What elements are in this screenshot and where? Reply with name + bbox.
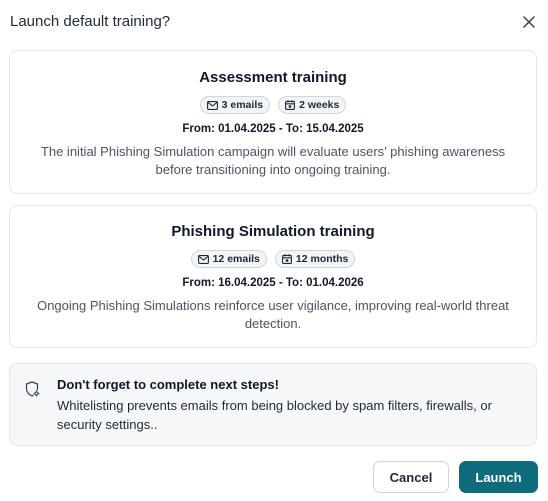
- card-dates: From: 16.04.2025 - To: 01.04.2026: [182, 277, 364, 289]
- close-button[interactable]: [520, 13, 538, 31]
- calendar-icon: [285, 100, 296, 110]
- training-card-phishing-simulation: Phishing Simulation training 12 emails 1…: [9, 205, 537, 348]
- mail-icon: [206, 100, 218, 110]
- duration-badge: 12 months: [274, 250, 356, 268]
- mail-icon: [197, 254, 209, 264]
- card-dates: From: 01.04.2025 - To: 15.04.2025: [182, 123, 364, 135]
- card-description: The initial Phishing Simulation campaign…: [40, 144, 506, 177]
- card-badges: 3 emails 2 weeks: [10, 96, 536, 114]
- dialog-title: Launch default training?: [10, 13, 171, 30]
- card-title: Assessment training: [199, 69, 347, 86]
- notice-title: Don't forget to complete next steps!: [57, 377, 279, 392]
- next-steps-notice: Don't forget to complete next steps! Whi…: [9, 363, 537, 446]
- cancel-button[interactable]: Cancel: [373, 461, 449, 493]
- duration-badge: 2 weeks: [278, 96, 347, 114]
- notice-text: Whitelisting prevents emails from being …: [57, 398, 492, 432]
- launch-training-dialog: Launch default training? Assessment trai…: [0, 0, 548, 501]
- launch-button[interactable]: Launch: [459, 461, 538, 493]
- badge-label: 3 emails: [221, 99, 264, 111]
- calendar-icon: [281, 254, 292, 264]
- card-title: Phishing Simulation training: [171, 223, 375, 240]
- shield-gear-icon: [25, 381, 40, 397]
- badge-label: 12 emails: [212, 253, 260, 265]
- close-icon: [523, 16, 535, 28]
- card-badges: 12 emails 12 months: [10, 250, 536, 268]
- card-description: Ongoing Phishing Simulations reinforce u…: [37, 298, 509, 331]
- emails-badge: 3 emails: [199, 96, 271, 114]
- emails-badge: 12 emails: [190, 250, 267, 268]
- badge-label: 12 months: [295, 253, 349, 265]
- training-card-assessment: Assessment training 3 emails 2 weeks Fro…: [9, 50, 537, 194]
- badge-label: 2 weeks: [299, 99, 340, 111]
